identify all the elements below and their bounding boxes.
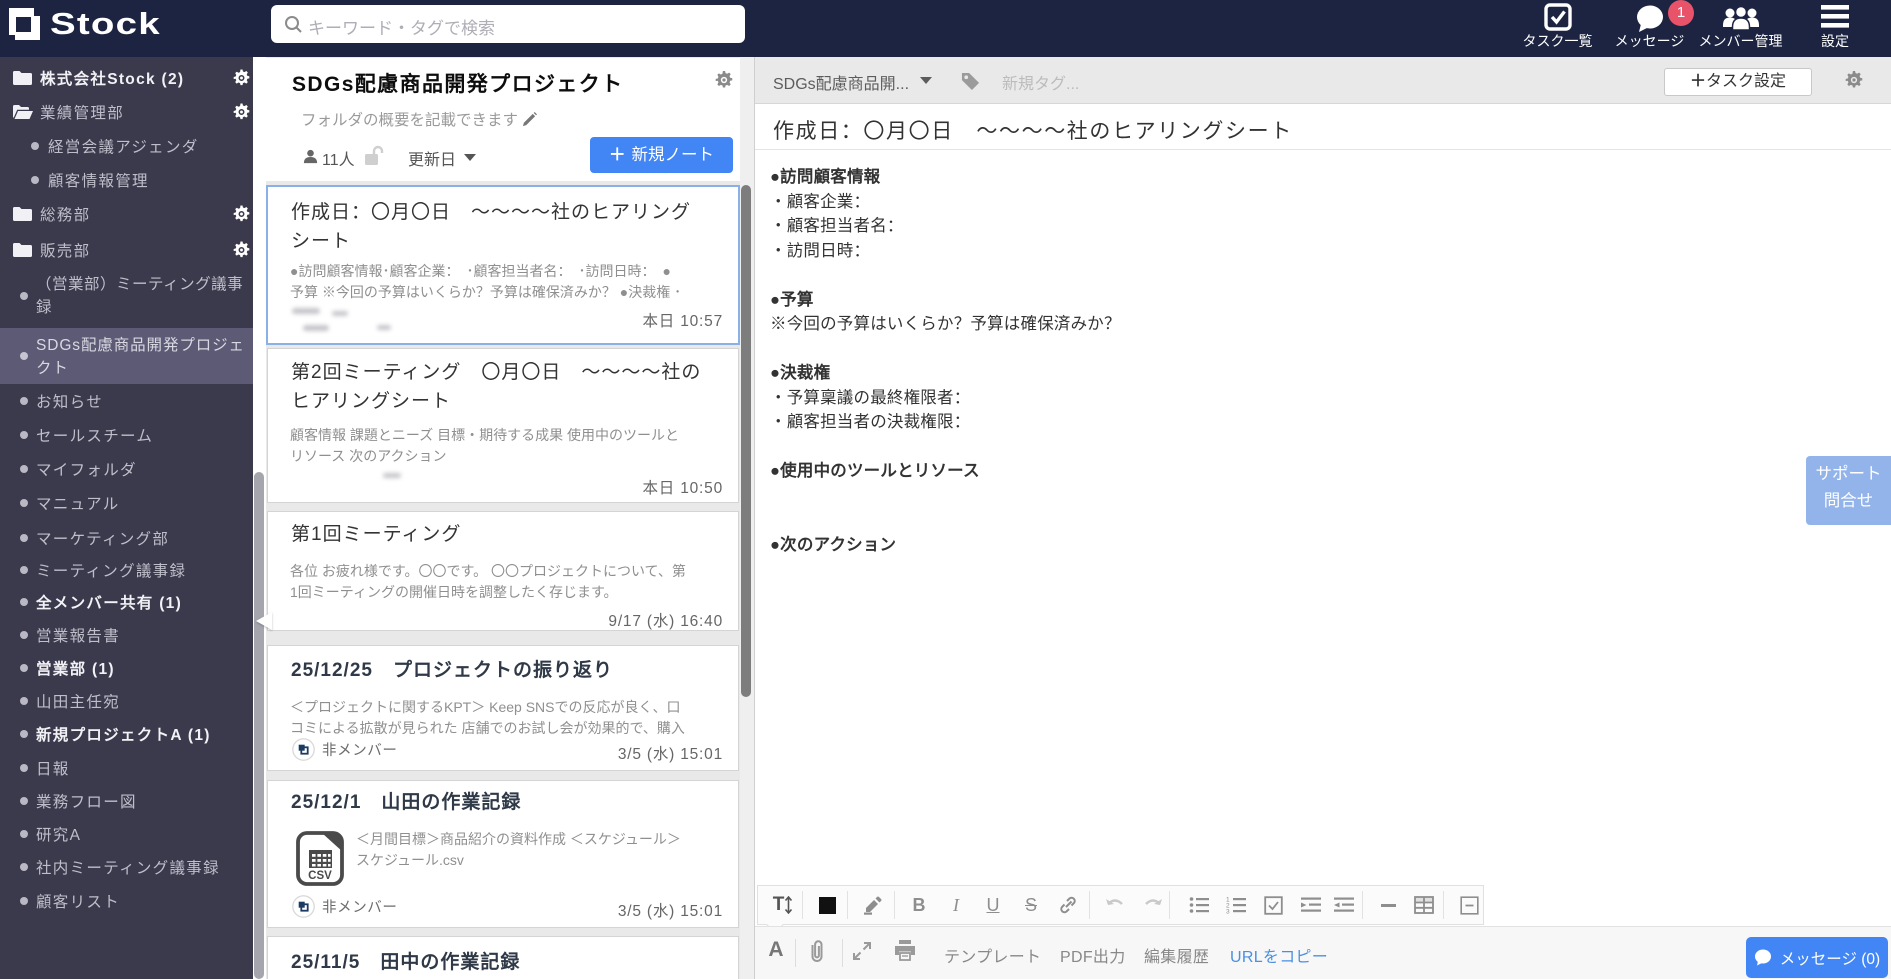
svg-text:3: 3: [1226, 909, 1230, 915]
svg-text:CSV: CSV: [308, 870, 332, 882]
